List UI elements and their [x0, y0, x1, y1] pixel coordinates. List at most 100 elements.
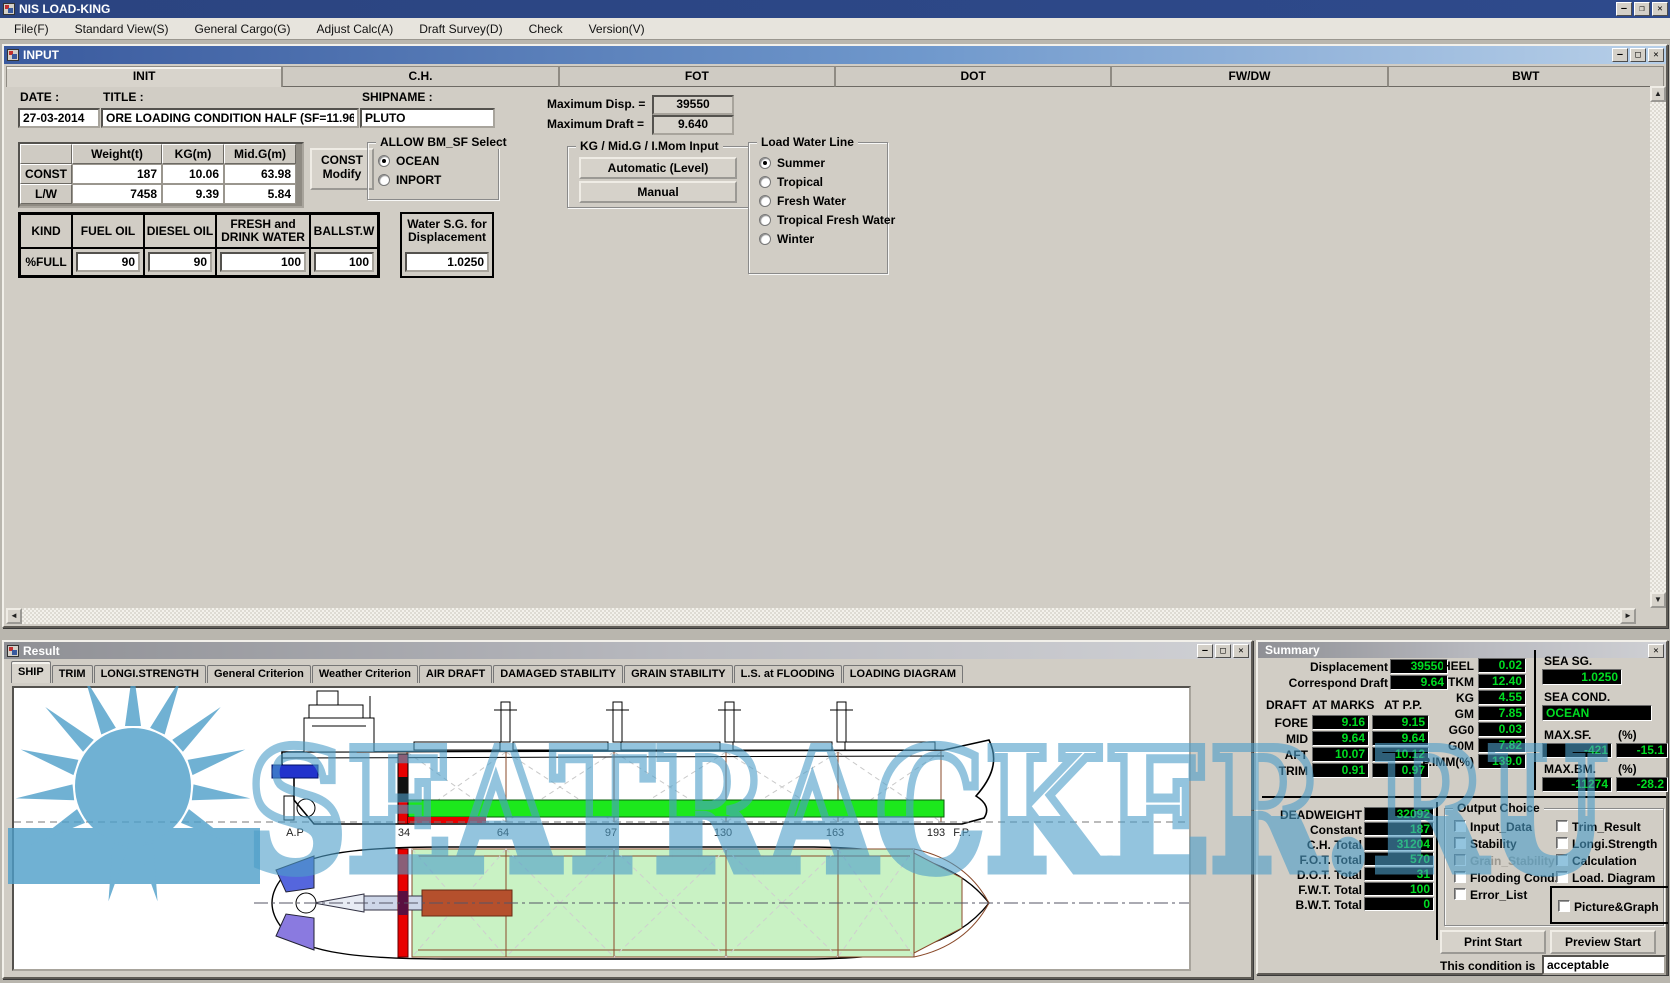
cell-weight[interactable]: 7458 — [72, 184, 162, 204]
output-choice-title: Output Choice — [1453, 801, 1544, 815]
minimize-icon[interactable]: – — [1197, 644, 1213, 658]
close-icon[interactable]: ✕ — [1648, 644, 1664, 658]
winter-radio[interactable] — [759, 233, 771, 245]
inport-radio[interactable] — [378, 174, 390, 186]
longi-strength-checkbox[interactable] — [1556, 837, 1568, 849]
shipname-input[interactable] — [360, 108, 495, 128]
kg-value: 4.55 — [1478, 690, 1526, 705]
water-sg-input[interactable] — [405, 252, 489, 272]
cell-kg[interactable]: 10.06 — [162, 164, 224, 184]
summer-radio[interactable] — [759, 157, 771, 169]
menu-adjust-calc[interactable]: Adjust Calc(A) — [317, 22, 394, 36]
menu-version[interactable]: Version(V) — [589, 22, 645, 36]
scroll-right-icon[interactable]: ► — [1620, 608, 1636, 624]
const-modify-button[interactable]: CONST Modify — [310, 148, 374, 190]
fwt-total-value: 100 — [1364, 882, 1434, 896]
scroll-up-icon[interactable]: ▲ — [1650, 86, 1666, 102]
cell-midg[interactable]: 5.84 — [224, 184, 296, 204]
trim-label: TRIM — [1262, 764, 1308, 778]
trim-result-checkbox[interactable] — [1556, 820, 1568, 832]
cell-midg[interactable]: 63.98 — [224, 164, 296, 184]
ocean-radio[interactable] — [378, 155, 390, 167]
tab-ch[interactable]: C.H. — [282, 66, 558, 87]
tab-loading-diagram[interactable]: LOADING DIAGRAM — [843, 665, 963, 683]
fot-total-value: 570 — [1364, 852, 1434, 866]
minimize-icon[interactable]: – — [1616, 2, 1632, 16]
fresh-water-radio[interactable] — [759, 195, 771, 207]
horizontal-scrollbar[interactable] — [6, 608, 1636, 624]
menu-draft-survey[interactable]: Draft Survey(D) — [419, 22, 502, 36]
cell-weight[interactable]: 187 — [72, 164, 162, 184]
row-label: CONST — [20, 164, 72, 184]
correspond-draft-label: Correspond Draft — [1264, 676, 1388, 690]
tab-fot[interactable]: FOT — [559, 66, 835, 87]
tab-trim[interactable]: TRIM — [52, 665, 93, 683]
fuel-oil-input[interactable] — [76, 252, 140, 272]
tab-fwdw[interactable]: FW/DW — [1111, 66, 1387, 87]
stability-checkbox[interactable] — [1454, 837, 1466, 849]
close-icon[interactable]: ✕ — [1233, 644, 1249, 658]
tab-longi-strength[interactable]: LONGI.STRENGTH — [94, 665, 206, 683]
flooding-cond-checkbox[interactable] — [1454, 871, 1466, 883]
const-col-kg: KG(m) — [162, 144, 224, 164]
kg-input-group: KG / Mid.G / I.Mom Input Automatic (Leve… — [567, 146, 749, 208]
constant-value: 187 — [1364, 822, 1434, 836]
ballast-input[interactable] — [314, 252, 374, 272]
maximize-icon[interactable]: □ — [1215, 644, 1231, 658]
fore-label: FORE — [1262, 716, 1308, 730]
menu-standard-view[interactable]: Standard View(S) — [75, 22, 169, 36]
scroll-down-icon[interactable]: ▼ — [1650, 592, 1666, 608]
condition-field[interactable] — [1542, 955, 1666, 975]
tab-ls-at-flooding[interactable]: L.S. at FLOODING — [734, 665, 842, 683]
restore-icon[interactable]: ❐ — [1634, 2, 1650, 16]
allow-bmsf-title: ALLOW BM_SF Select — [376, 135, 511, 149]
picture-graph-checkbox[interactable] — [1558, 900, 1570, 912]
diesel-oil-input[interactable] — [148, 252, 212, 272]
tab-general-criterion[interactable]: General Criterion — [207, 665, 311, 683]
close-icon[interactable]: ✕ — [1648, 48, 1664, 62]
tab-bwt[interactable]: BWT — [1388, 66, 1664, 87]
frame-label-ap: A.P — [286, 827, 304, 839]
tab-grain-stability[interactable]: GRAIN STABILITY — [624, 665, 733, 683]
tab-init[interactable]: INIT — [6, 66, 282, 87]
error-list-checkbox[interactable] — [1454, 888, 1466, 900]
max-bm-pct-label: (%) — [1618, 762, 1637, 776]
menu-general-cargo[interactable]: General Cargo(G) — [195, 22, 291, 36]
tab-weather-criterion[interactable]: Weather Criterion — [312, 665, 418, 683]
preview-start-button[interactable]: Preview Start — [1550, 930, 1656, 954]
menu-check[interactable]: Check — [529, 22, 563, 36]
title-input[interactable] — [101, 108, 359, 128]
frame-label-fp: F.P. — [953, 827, 971, 839]
tab-dot[interactable]: DOT — [835, 66, 1111, 87]
tab-ship[interactable]: SHIP — [11, 661, 51, 683]
input-data-checkbox[interactable] — [1454, 820, 1466, 832]
print-start-button[interactable]: Print Start — [1440, 930, 1546, 954]
input-data-label: Input_Data — [1470, 820, 1532, 834]
date-input[interactable] — [18, 108, 100, 128]
manual-button[interactable]: Manual — [579, 181, 737, 203]
calculation-checkbox[interactable] — [1556, 854, 1568, 866]
minimize-icon[interactable]: – — [1612, 48, 1628, 62]
ocean-label: OCEAN — [396, 154, 439, 168]
vertical-scrollbar[interactable] — [1650, 86, 1666, 608]
summer-label: Summer — [777, 156, 825, 170]
tab-air-draft[interactable]: AIR DRAFT — [419, 665, 492, 683]
scroll-left-icon[interactable]: ◄ — [6, 608, 22, 624]
flooding-cond-label: Flooding Cond. — [1470, 871, 1558, 885]
load-diagram-label: Load. Diagram — [1572, 871, 1655, 885]
close-icon[interactable]: ✕ — [1652, 2, 1668, 16]
max-disp-label: Maximum Disp. = — [547, 97, 645, 111]
stern-blue-tank — [272, 765, 318, 778]
menu-file[interactable]: File(F) — [14, 22, 49, 36]
fresh-water-input[interactable] — [220, 252, 306, 272]
automatic-level-button[interactable]: Automatic (Level) — [579, 157, 737, 179]
maximize-icon[interactable]: □ — [1630, 48, 1646, 62]
max-draft-label: Maximum Draft = — [547, 117, 644, 131]
fwt-total-label: F.W.T. Total — [1258, 883, 1362, 897]
load-diagram-checkbox[interactable] — [1556, 871, 1568, 883]
deadweight-label: DEADWEIGHT — [1258, 808, 1362, 822]
tropical-radio[interactable] — [759, 176, 771, 188]
cell-kg[interactable]: 9.39 — [162, 184, 224, 204]
tab-damaged-stability[interactable]: DAMAGED STABILITY — [493, 665, 623, 683]
tropical-fresh-water-radio[interactable] — [759, 214, 771, 226]
